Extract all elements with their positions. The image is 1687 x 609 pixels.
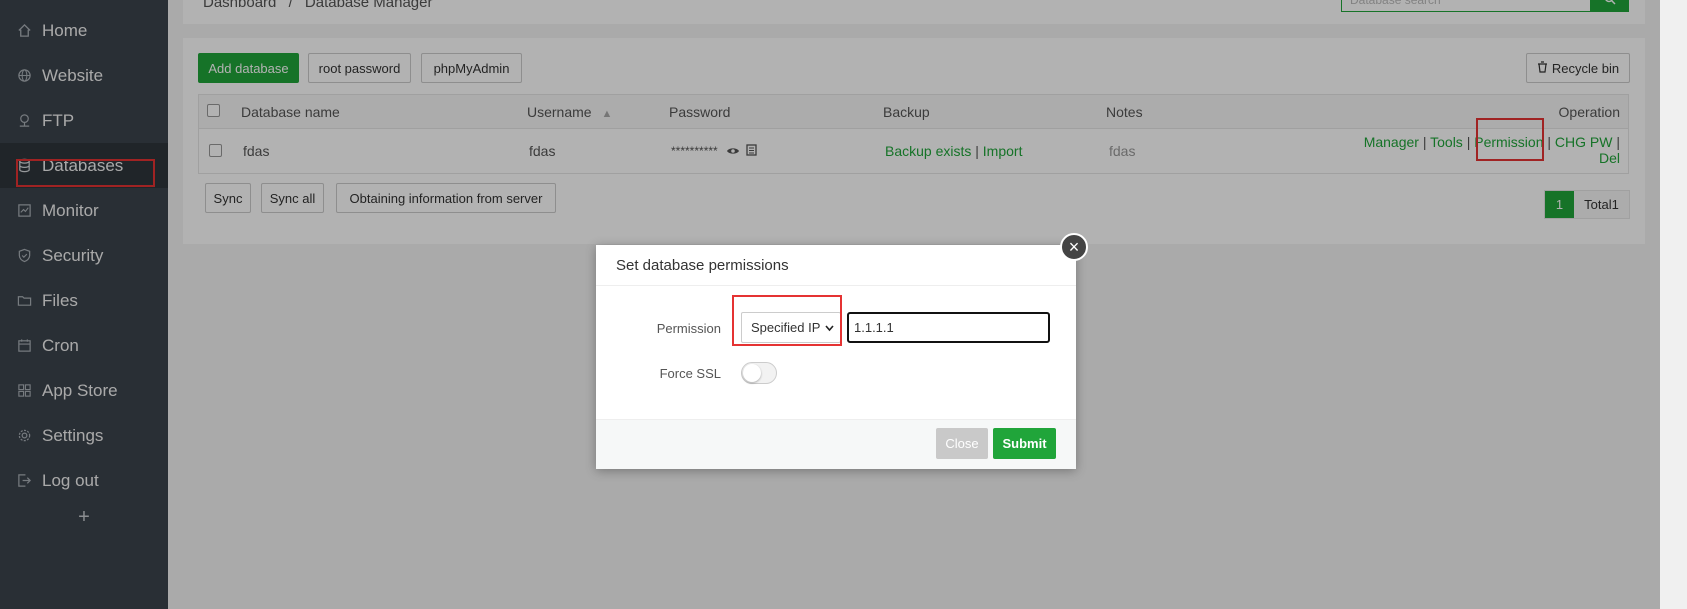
close-icon[interactable]: × <box>1060 233 1088 261</box>
close-button[interactable]: Close <box>936 428 988 459</box>
toggle-knob <box>743 364 761 382</box>
ip-address-input[interactable]: 1.1.1.1 <box>847 312 1050 343</box>
permissions-dialog: Set database permissions × Permission Sp… <box>596 233 1088 469</box>
highlight-permission-select <box>732 295 842 346</box>
force-ssl-toggle[interactable] <box>741 362 777 384</box>
submit-button[interactable]: Submit <box>993 428 1056 459</box>
right-edge-strip <box>1660 0 1687 609</box>
dialog-title: Set database permissions <box>596 245 1076 286</box>
force-ssl-label: Force SSL <box>659 366 721 381</box>
dialog-footer: Close Submit <box>596 419 1076 469</box>
permission-label: Permission <box>656 321 721 336</box>
